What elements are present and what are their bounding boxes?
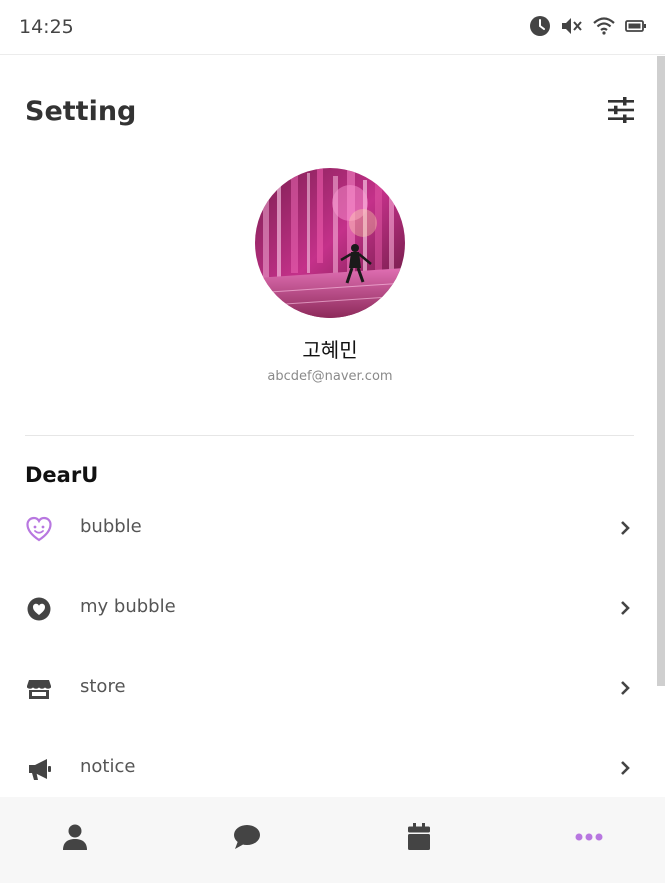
chevron-right-icon	[621, 521, 630, 535]
chevron-right-icon	[621, 761, 630, 775]
menu-label-store: store	[80, 676, 126, 697]
status-time: 14:25	[19, 16, 74, 38]
calendar-icon	[408, 823, 430, 850]
menu-label-notice: notice	[80, 756, 136, 777]
menu-label-bubble: bubble	[80, 516, 142, 537]
nav-calendar-button[interactable]	[397, 819, 441, 855]
bottom-nav	[0, 797, 665, 883]
mute-icon	[562, 18, 582, 34]
store-icon	[27, 680, 51, 699]
menu-item-bubble[interactable]: bubble	[0, 498, 657, 558]
megaphone-icon	[29, 759, 51, 780]
heart-circle-icon	[27, 597, 51, 621]
menu-item-notice[interactable]: notice	[0, 738, 657, 798]
status-icons	[529, 15, 647, 37]
menu-label-my-bubble: my bubble	[80, 596, 176, 617]
profile-email: abcdef@naver.com	[267, 369, 393, 384]
person-icon	[63, 824, 87, 850]
nav-chat-button[interactable]	[225, 819, 269, 855]
section-title: DearU	[25, 463, 99, 487]
wifi-icon	[593, 17, 615, 35]
nav-more-button[interactable]	[567, 819, 611, 855]
chevron-right-icon	[621, 601, 630, 615]
clock-icon	[530, 16, 550, 36]
more-icon	[575, 833, 603, 841]
nav-profile-button[interactable]	[53, 819, 97, 855]
status-bar: 14:25	[0, 0, 665, 55]
chevron-right-icon	[621, 681, 630, 695]
chat-icon	[234, 825, 260, 849]
battery-icon	[625, 20, 646, 32]
filter-settings-button[interactable]	[606, 96, 636, 124]
sliders-icon	[608, 97, 634, 123]
menu-item-store[interactable]: store	[0, 658, 657, 718]
avatar[interactable]	[255, 168, 405, 318]
menu-item-my-bubble[interactable]: my bubble	[0, 578, 657, 638]
section-divider	[25, 435, 634, 436]
avatar-image	[255, 168, 405, 318]
bubble-heart-face-icon	[26, 516, 52, 542]
page-title: Setting	[25, 96, 137, 127]
profile-name: 고혜민	[302, 338, 358, 362]
